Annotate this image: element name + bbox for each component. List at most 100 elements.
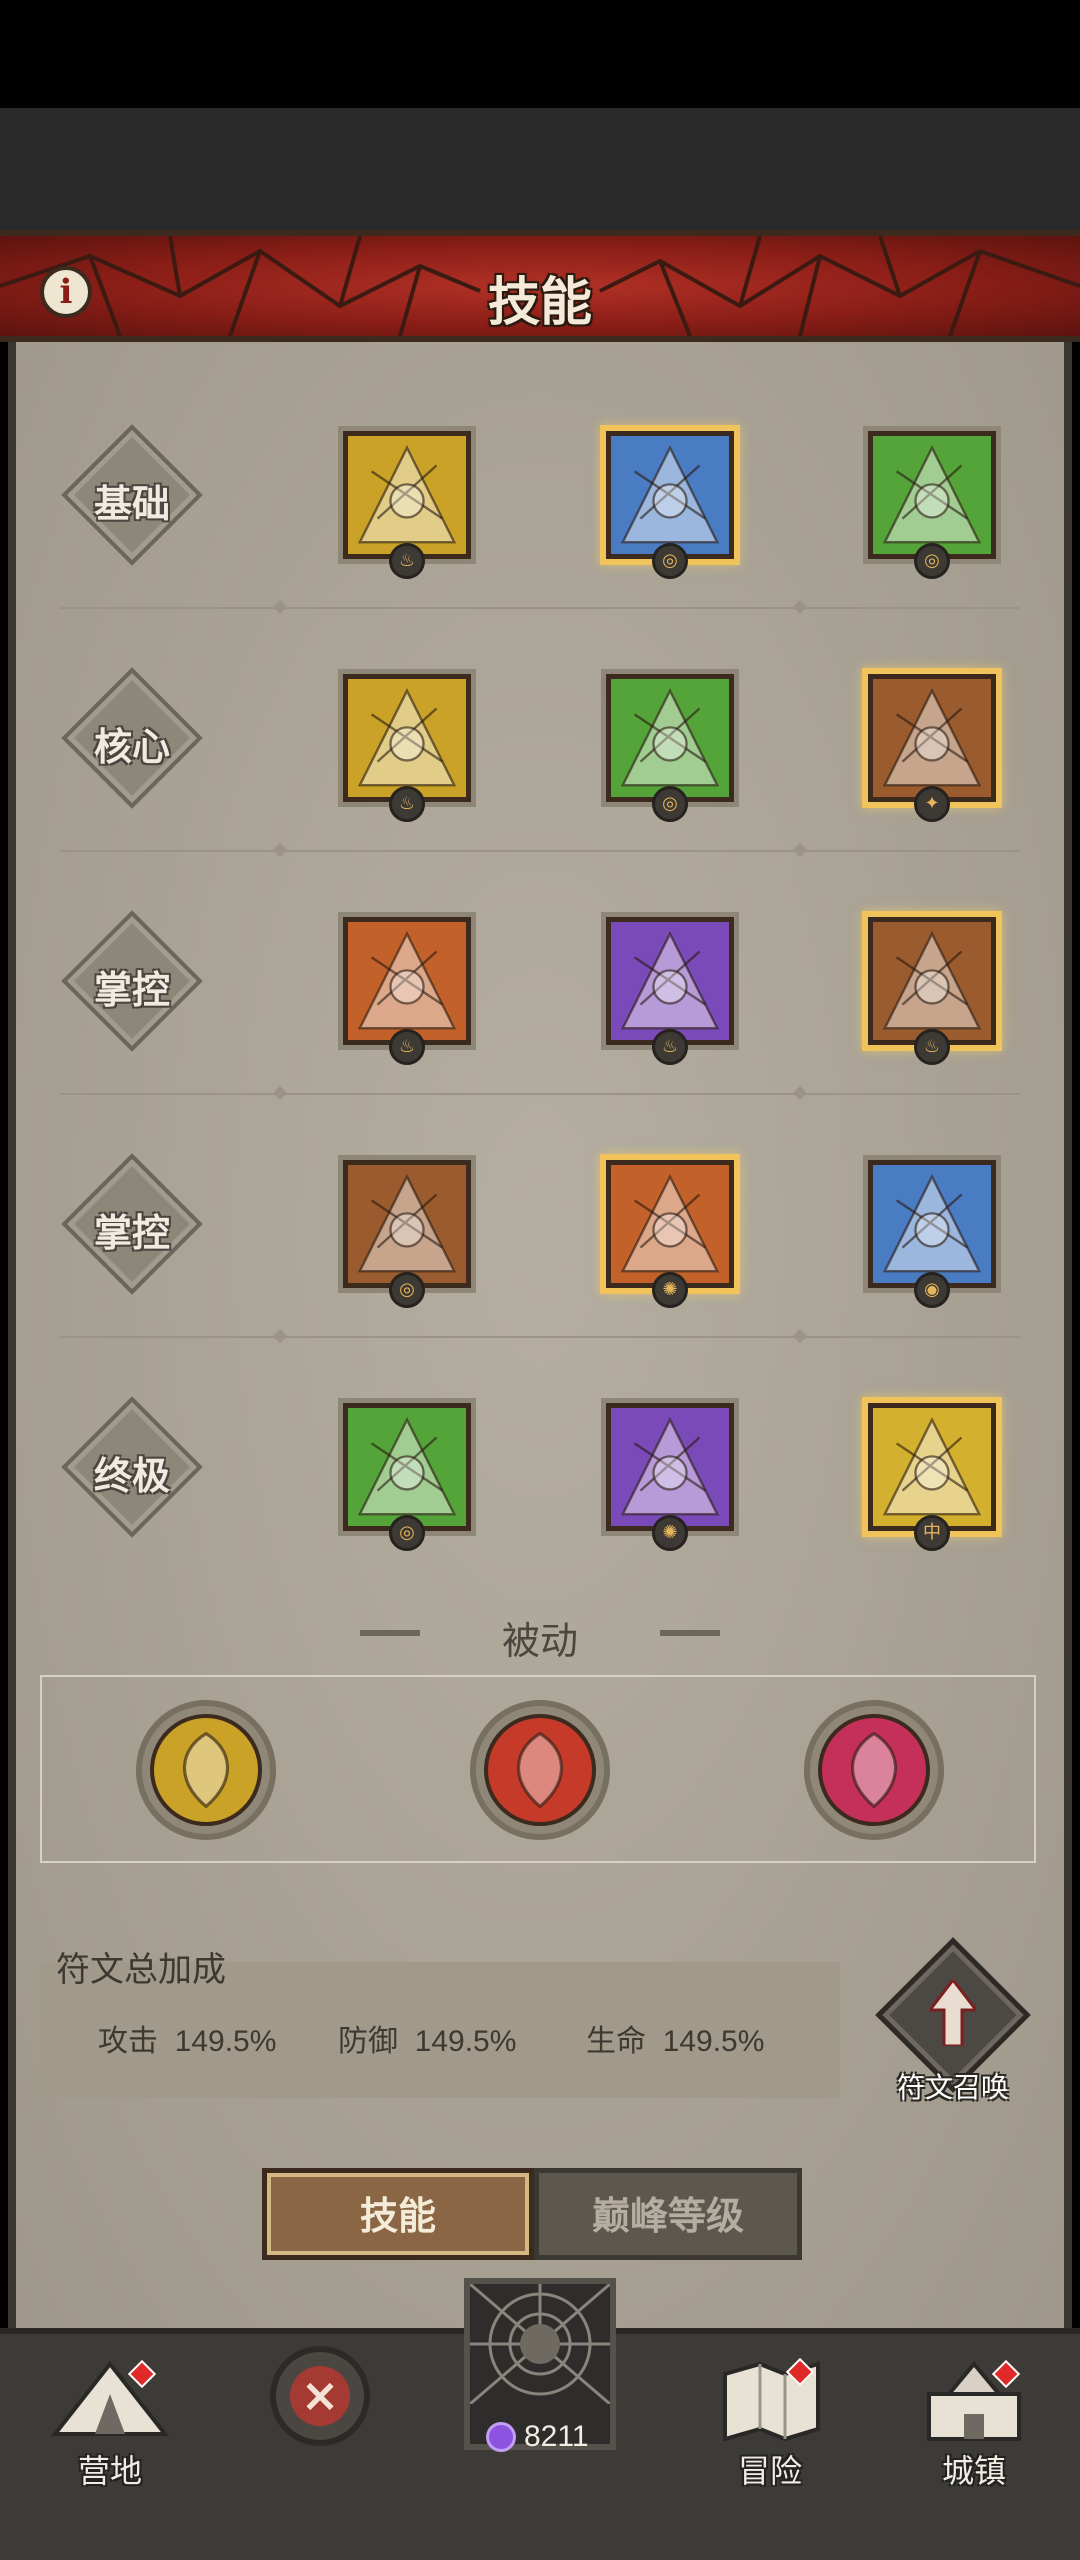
element-badge-icon: ✦ xyxy=(914,786,950,822)
nav-camp-label: 营地 xyxy=(77,2453,142,2489)
element-badge-icon: ♨ xyxy=(389,543,425,579)
close-icon: × xyxy=(290,2366,350,2426)
element-badge-icon: ✺ xyxy=(652,1515,688,1551)
element-badge-icon: ◎ xyxy=(914,543,950,579)
golden-axe-skill-icon xyxy=(343,431,471,559)
row-divider xyxy=(60,607,1020,609)
skill-row: 终极 ◎ ✺ 中 xyxy=(0,1347,1048,1590)
element-badge-icon: ◎ xyxy=(389,1515,425,1551)
passive-title: 被动 xyxy=(501,1621,578,1663)
header-banner: i 技能 xyxy=(0,230,1080,342)
tab-paragon-level[interactable]: 巅峰等级 xyxy=(534,2168,802,2260)
row-label: 掌控 xyxy=(61,910,203,1052)
nav-town[interactable]: 城镇 xyxy=(904,2354,1044,2494)
passive-slot[interactable] xyxy=(470,1700,610,1840)
skill-slot[interactable]: ◉ xyxy=(862,1154,1002,1308)
skill-row: 掌控 ◎ ✺ ◉ xyxy=(0,1104,1048,1347)
rune-stat-health: 生命 149.5% xyxy=(586,2025,765,2058)
row-label: 掌控 xyxy=(61,1153,203,1295)
rune-summon-arrow-icon xyxy=(930,1980,976,2046)
row-label-text: 核心 xyxy=(93,727,170,769)
row-label-text: 终极 xyxy=(93,1456,170,1498)
earth-hammer-skill-icon xyxy=(868,917,996,1045)
tab-bar: 技能 巅峰等级 xyxy=(262,2168,802,2260)
skill-slot[interactable]: ◎ xyxy=(862,425,1002,579)
skill-slot[interactable]: ♨ xyxy=(337,911,477,1065)
ornament-right-icon xyxy=(660,1630,720,1636)
element-badge-icon: ◎ xyxy=(652,786,688,822)
row-divider xyxy=(60,1093,1020,1095)
currency-display: 8211 xyxy=(486,2418,596,2458)
skull-web-icon xyxy=(469,2282,611,2406)
skill-slot[interactable]: ◎ xyxy=(600,668,740,822)
ornament-left-icon xyxy=(360,1630,420,1636)
nav-adventure-label: 冒险 xyxy=(737,2453,802,2489)
rune-bonus-title: 符文总加成 xyxy=(56,1951,226,1989)
element-badge-icon: ◎ xyxy=(652,543,688,579)
rune-stat-attack: 攻击 149.5% xyxy=(98,2025,277,2058)
skill-slot[interactable]: ◎ xyxy=(337,1154,477,1308)
fire-spirit-passive-icon xyxy=(484,1714,596,1826)
rune-summon-button[interactable]: 符文召唤 xyxy=(875,1937,1031,2110)
skill-row: 掌控 ♨ ♨ ♨ xyxy=(0,861,1048,1104)
skill-slot[interactable]: ✺ xyxy=(600,1154,740,1308)
element-badge-icon: ✺ xyxy=(652,1272,688,1308)
passive-slot[interactable] xyxy=(804,1700,944,1840)
nav-adventure[interactable]: 冒险 xyxy=(700,2354,840,2494)
passive-slot[interactable] xyxy=(136,1700,276,1840)
ice-axe-skill-icon xyxy=(606,431,734,559)
row-label: 基础 xyxy=(61,424,203,566)
row-label: 终极 xyxy=(61,1396,203,1538)
golden-whirlwind-skill-icon xyxy=(343,674,471,802)
purple-gem-icon xyxy=(486,2422,516,2452)
element-badge-icon: ♨ xyxy=(914,1029,950,1065)
rune-summon-label: 符文召唤 xyxy=(896,2072,1009,2103)
green-burst-skill-icon xyxy=(606,674,734,802)
ice-spirit-skill-icon xyxy=(868,1160,996,1288)
skill-slot[interactable]: ✦ xyxy=(862,668,1002,822)
page-title: 技能 xyxy=(487,274,592,332)
stone-totem-skill-icon xyxy=(868,674,996,802)
green-slash-skill-icon xyxy=(868,431,996,559)
passive-section: 被动 xyxy=(0,1610,1080,1665)
element-badge-icon: 中 xyxy=(914,1515,950,1551)
skill-slot[interactable]: ♨ xyxy=(862,911,1002,1065)
top-strip xyxy=(0,108,1080,233)
skill-slot[interactable]: ♨ xyxy=(600,911,740,1065)
tab-skills[interactable]: 技能 xyxy=(262,2168,534,2260)
skill-slot[interactable]: ◎ xyxy=(337,1397,477,1551)
rune-stat-defense: 防御 149.5% xyxy=(338,2025,517,2058)
skill-row: 核心 ♨ ◎ ✦ xyxy=(0,618,1048,861)
bleeding-heart-passive-icon xyxy=(818,1714,930,1826)
tent-icon xyxy=(50,2360,170,2436)
skill-slot[interactable]: 中 xyxy=(862,1397,1002,1551)
currency-amount: 8211 xyxy=(524,2420,589,2453)
map-icon xyxy=(723,2361,820,2442)
element-badge-icon: ◎ xyxy=(389,1272,425,1308)
skill-slot[interactable]: ♨ xyxy=(337,425,477,579)
skill-slot[interactable]: ♨ xyxy=(337,668,477,822)
row-label-text: 掌控 xyxy=(93,1213,170,1255)
skill-slot[interactable]: ✺ xyxy=(600,1397,740,1551)
element-badge-icon: ♨ xyxy=(389,1029,425,1065)
close-button[interactable]: × xyxy=(270,2346,370,2446)
row-label-text: 基础 xyxy=(93,484,170,526)
element-badge-icon: ◉ xyxy=(914,1272,950,1308)
status-bar xyxy=(0,0,1080,108)
flaming-comet-skill-icon xyxy=(343,917,471,1045)
green-cyclone-skill-icon xyxy=(343,1403,471,1531)
roaring-spirit-skill-icon xyxy=(606,1160,734,1288)
castle-icon xyxy=(927,2360,1021,2441)
brown-fist-skill-icon xyxy=(343,1160,471,1288)
nav-town-label: 城镇 xyxy=(941,2453,1006,2489)
row-label: 核心 xyxy=(61,667,203,809)
row-label-text: 掌控 xyxy=(93,970,170,1012)
golden-guardian-skill-icon xyxy=(868,1403,996,1531)
skill-slot[interactable]: ◎ xyxy=(600,425,740,579)
skill-row: 基础 ♨ ◎ ◎ xyxy=(0,375,1048,618)
purple-demon-skill-icon xyxy=(606,1403,734,1531)
golden-axe-passive-icon xyxy=(150,1714,262,1826)
nav-camp[interactable]: 营地 xyxy=(40,2354,180,2494)
element-badge-icon: ♨ xyxy=(652,1029,688,1065)
row-divider xyxy=(60,850,1020,852)
